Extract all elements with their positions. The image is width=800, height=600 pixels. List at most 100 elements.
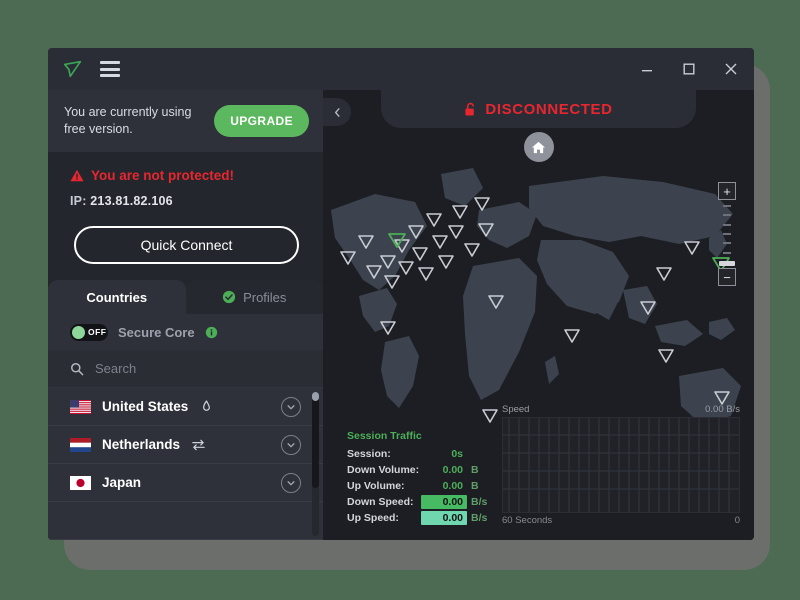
traffic-row-session: Session: 0s: [347, 446, 489, 461]
traffic-row-down-volume: Down Volume: 0.00 B: [347, 462, 489, 477]
search-input[interactable]: [95, 361, 307, 376]
traffic-label: Down Volume:: [347, 463, 420, 476]
toggle-state-label: OFF: [88, 327, 107, 337]
quick-connect-button[interactable]: Quick Connect: [74, 226, 299, 264]
scrollbar-thumb[interactable]: [312, 392, 319, 488]
close-button[interactable]: [710, 48, 752, 90]
map-panel[interactable]: DISCONNECTED + − Session Traffic Session…: [323, 90, 754, 540]
chevron-down-icon[interactable]: [281, 396, 301, 417]
tab-countries-label: Countries: [86, 289, 148, 305]
zoom-slider-track[interactable]: [718, 200, 736, 268]
chevron-down-icon[interactable]: [281, 434, 301, 455]
traffic-value: 0.00: [442, 463, 463, 476]
sidebar-tabs: Countries Profiles: [48, 280, 323, 314]
ip-address-line: IP: 213.81.82.106: [70, 194, 307, 208]
traffic-label: Up Volume:: [347, 479, 405, 492]
tab-countries[interactable]: Countries: [48, 280, 186, 314]
chevron-down-icon[interactable]: [281, 472, 301, 493]
speed-graph-value: 0.00: [705, 404, 724, 415]
traffic-unit: B: [471, 463, 479, 476]
upgrade-button[interactable]: UPGRADE: [214, 105, 309, 137]
upgrade-message: You are currently using free version.: [64, 105, 192, 136]
zoom-tick: [723, 242, 731, 245]
traffic-value-box: 0.00: [421, 464, 467, 476]
connection-status-text: DISCONNECTED: [485, 100, 613, 118]
zoom-in-button[interactable]: +: [718, 182, 736, 200]
traffic-unit: B/s: [471, 511, 488, 524]
traffic-value: 0.00: [442, 479, 463, 492]
tab-profiles[interactable]: Profiles: [185, 280, 323, 314]
speed-graph-footer: 60 Seconds 0: [502, 515, 740, 526]
speed-graph: Speed 0.00 B/s 60 Seconds 0: [502, 404, 740, 526]
check-circle-icon: [222, 290, 236, 304]
map-back-button[interactable]: [323, 98, 351, 126]
zoom-out-button[interactable]: −: [718, 268, 736, 286]
sidebar: You are currently using free version. UP…: [48, 90, 323, 540]
connection-status-header: DISCONNECTED: [323, 90, 754, 128]
traffic-value: 0s: [451, 447, 463, 460]
screen: You are currently using free version. UP…: [0, 0, 800, 600]
speed-graph-xtick-right: 0: [734, 515, 740, 526]
traffic-row-down-speed: Down Speed: 0.00 B/s: [347, 494, 489, 509]
list-item-label: United States: [102, 399, 189, 414]
speed-graph-header: Speed 0.00 B/s: [502, 404, 740, 415]
secure-core-label: Secure Core: [118, 324, 195, 340]
speed-graph-plot: [502, 417, 740, 513]
country-list-scrollbar[interactable]: [312, 392, 319, 536]
flag-nl: [70, 437, 91, 452]
p2p-arrows-icon: [191, 437, 206, 452]
zoom-tick: [723, 223, 731, 226]
country-list: United States Netherlands Japan: [48, 388, 323, 540]
list-item-label: Netherlands: [102, 437, 181, 452]
info-icon[interactable]: [205, 326, 218, 339]
traffic-unit: B/s: [471, 495, 488, 508]
search-icon: [70, 362, 84, 376]
paper-plane-logo: [62, 58, 84, 80]
traffic-label: Down Speed:: [347, 495, 414, 508]
ip-value: 213.81.82.106: [90, 194, 173, 208]
ip-label: IP:: [70, 194, 87, 208]
traffic-row-up-volume: Up Volume: 0.00 B: [347, 478, 489, 493]
list-item[interactable]: United States: [48, 388, 323, 426]
status-badge-label: You are not protected!: [91, 168, 235, 183]
zoom-tick: [723, 232, 731, 235]
minimize-button[interactable]: [626, 48, 668, 90]
protection-status-block: You are not protected! IP: 213.81.82.106: [48, 152, 323, 208]
title-bar: [48, 48, 754, 90]
toggle-knob: [72, 325, 85, 339]
app-window: You are currently using free version. UP…: [48, 48, 754, 540]
flag-jp: [70, 475, 91, 490]
quick-connect-wrap: Quick Connect: [48, 208, 323, 280]
flag-us: [70, 399, 91, 414]
hamburger-menu-icon[interactable]: [100, 61, 120, 77]
list-item-label: Japan: [102, 475, 142, 490]
unlocked-padlock-icon: [464, 102, 477, 117]
tab-profiles-label: Profiles: [243, 289, 287, 305]
traffic-value-box: 0.00: [421, 480, 467, 492]
traffic-value-box: 0s: [421, 448, 467, 460]
zoom-tick: [723, 251, 731, 254]
session-traffic-panel: Session Traffic Session: 0s Down Volume:…: [347, 430, 489, 526]
list-item[interactable]: [48, 502, 323, 540]
secure-core-row: OFF Secure Core: [48, 314, 323, 350]
speed-graph-grid: [503, 418, 739, 512]
list-item[interactable]: Netherlands: [48, 426, 323, 464]
zoom-slider-thumb[interactable]: [719, 261, 735, 266]
session-traffic-title: Session Traffic: [347, 430, 422, 442]
upgrade-banner: You are currently using free version. UP…: [48, 90, 323, 152]
chevron-left-icon: [334, 107, 340, 117]
list-item[interactable]: Japan: [48, 464, 323, 502]
traffic-value-bar: 0.00: [421, 494, 467, 509]
speed-graph-unit: B/s: [726, 404, 740, 415]
secure-core-toggle[interactable]: OFF: [70, 323, 108, 341]
search-row: [48, 350, 323, 388]
status-badge: You are not protected!: [70, 168, 307, 183]
speed-graph-xlabel: 60 Seconds: [502, 515, 553, 526]
home-button[interactable]: [523, 132, 554, 162]
traffic-unit: B: [471, 479, 479, 492]
speed-graph-current: 0.00 B/s: [705, 404, 740, 415]
tor-onion-icon: [199, 399, 214, 414]
maximize-button[interactable]: [668, 48, 710, 90]
map-zoom-control[interactable]: + −: [718, 182, 736, 286]
zoom-tick: [723, 214, 731, 217]
